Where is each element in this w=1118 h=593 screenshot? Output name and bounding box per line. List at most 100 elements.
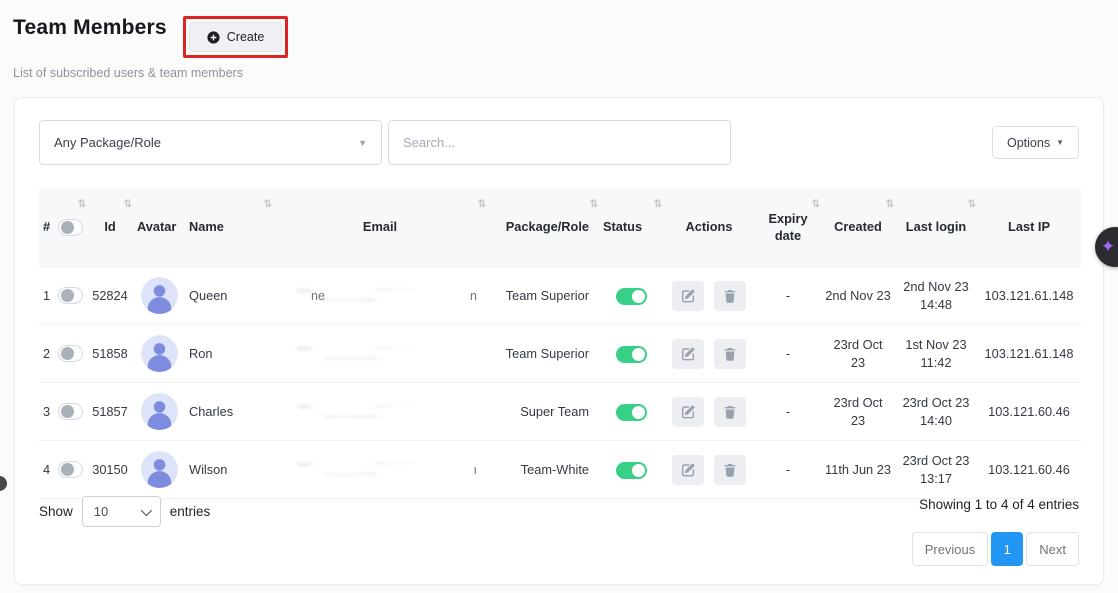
sort-icon[interactable]: ⇅: [590, 198, 598, 211]
package-role-selected-value: Any Package/Role: [54, 135, 161, 150]
row-select-toggle[interactable]: [58, 461, 83, 478]
package-role-select[interactable]: Any Package/Role ▼: [39, 120, 382, 165]
delete-button[interactable]: [714, 339, 746, 369]
sort-icon[interactable]: ⇅: [812, 198, 820, 211]
sort-icon[interactable]: ⇅: [886, 198, 894, 211]
edit-button[interactable]: [672, 455, 704, 485]
page-header: Team Members Create: [13, 16, 288, 58]
edge-handle[interactable]: [0, 476, 7, 491]
column-label: Created: [834, 219, 882, 234]
avatar-cell: [133, 383, 185, 441]
sort-icon[interactable]: ⇅: [654, 198, 662, 211]
chevron-down-icon: [141, 504, 152, 515]
team-members-table: # ⇅ Id⇅ Avatar Name⇅ Email⇅ Package/Role…: [39, 189, 1081, 499]
edit-icon: [681, 462, 696, 477]
column-header-package-role[interactable]: Package/Role⇅: [487, 189, 599, 267]
row-select-toggle[interactable]: [58, 403, 83, 420]
edit-icon: [681, 288, 696, 303]
options-button[interactable]: Options ▼: [992, 126, 1079, 159]
delete-button[interactable]: [714, 397, 746, 427]
expiry-date: -: [755, 383, 821, 441]
trash-icon: [723, 289, 737, 303]
user-name: Charles: [185, 383, 273, 441]
row-index: 3: [43, 403, 50, 420]
package-role: Team-White: [487, 441, 599, 499]
edit-icon: [681, 346, 696, 361]
last-login: 1st Nov 23 11:42: [895, 325, 977, 383]
table-header: # ⇅ Id⇅ Avatar Name⇅ Email⇅ Package/Role…: [39, 189, 1081, 267]
filter-bar: Any Package/Role ▼ Options ▼: [39, 120, 1079, 165]
status-toggle[interactable]: [616, 462, 647, 479]
column-header-avatar: Avatar: [133, 189, 185, 267]
column-label: Status: [603, 219, 642, 234]
redacted-email: [279, 337, 481, 371]
email-cell: [273, 325, 487, 383]
user-id: 51858: [87, 325, 133, 383]
package-role: Super Team: [487, 383, 599, 441]
column-header-name[interactable]: Name⇅: [185, 189, 273, 267]
avatar: [141, 277, 178, 314]
showing-entries-text: Showing 1 to 4 of 4 entries: [919, 497, 1079, 512]
redacted-email: [279, 395, 481, 429]
table-body: 1 52824 Queen ne n: [39, 267, 1081, 499]
row-index-cell: 2: [39, 325, 87, 383]
last-ip: 103.121.60.46: [977, 383, 1081, 441]
column-label: #: [43, 219, 50, 236]
row-select-toggle[interactable]: [58, 287, 83, 304]
delete-button[interactable]: [714, 455, 746, 485]
email-fragment: n: [470, 288, 477, 305]
sort-icon[interactable]: ⇅: [78, 198, 86, 211]
last-ip: 103.121.60.46: [977, 441, 1081, 499]
edit-button[interactable]: [672, 339, 704, 369]
previous-page-button[interactable]: Previous: [912, 532, 989, 566]
user-id: 52824: [87, 267, 133, 325]
column-header-created[interactable]: Created ⇅: [821, 189, 895, 267]
column-header-expiry-date[interactable]: Expiry date⇅: [755, 189, 821, 267]
entries-label: entries: [170, 504, 211, 519]
package-role: Team Superior: [487, 267, 599, 325]
edit-icon: [681, 404, 696, 419]
edit-button[interactable]: [672, 281, 704, 311]
row-index-cell: 4: [39, 441, 87, 499]
last-login: 2nd Nov 23 14:48: [895, 267, 977, 325]
actions-cell: [663, 383, 755, 441]
status-cell: [599, 441, 663, 499]
email-cell: ne n: [273, 267, 487, 325]
column-header-last-login[interactable]: Last login⇅: [895, 189, 977, 267]
create-button[interactable]: Create: [189, 22, 283, 52]
avatar: [141, 393, 178, 430]
status-cell: [599, 325, 663, 383]
column-header-last-ip: Last IP: [977, 189, 1081, 267]
status-toggle[interactable]: [616, 346, 647, 363]
created-date: 2nd Nov 23: [821, 267, 895, 325]
status-cell: [599, 267, 663, 325]
page-size-value: 10: [94, 504, 108, 519]
delete-button[interactable]: [714, 281, 746, 311]
status-toggle[interactable]: [616, 288, 647, 305]
edit-button[interactable]: [672, 397, 704, 427]
page-size-select[interactable]: 10: [82, 496, 161, 527]
column-header-email[interactable]: Email⇅: [273, 189, 487, 267]
caret-down-icon: ▼: [358, 138, 367, 148]
select-all-toggle[interactable]: [58, 219, 83, 236]
options-button-label: Options: [1007, 136, 1050, 150]
column-header-id[interactable]: Id⇅: [87, 189, 133, 267]
sort-icon[interactable]: ⇅: [968, 198, 976, 211]
row-index: 1: [43, 287, 50, 304]
avatar: [141, 335, 178, 372]
column-header-index[interactable]: # ⇅: [39, 189, 87, 267]
status-cell: [599, 383, 663, 441]
sort-icon[interactable]: ⇅: [478, 198, 486, 211]
sort-icon[interactable]: ⇅: [264, 198, 272, 211]
row-select-toggle[interactable]: [58, 345, 83, 362]
actions-cell: [663, 325, 755, 383]
column-label: Package/Role: [506, 219, 589, 234]
next-page-button[interactable]: Next: [1026, 532, 1079, 566]
email-cell: [273, 383, 487, 441]
page-1-button[interactable]: 1: [991, 532, 1023, 566]
search-input[interactable]: [388, 120, 731, 165]
status-toggle[interactable]: [616, 404, 647, 421]
sort-icon[interactable]: ⇅: [124, 198, 132, 211]
redacted-email: ne n: [279, 279, 481, 313]
column-header-status[interactable]: Status ⇅: [599, 189, 663, 267]
